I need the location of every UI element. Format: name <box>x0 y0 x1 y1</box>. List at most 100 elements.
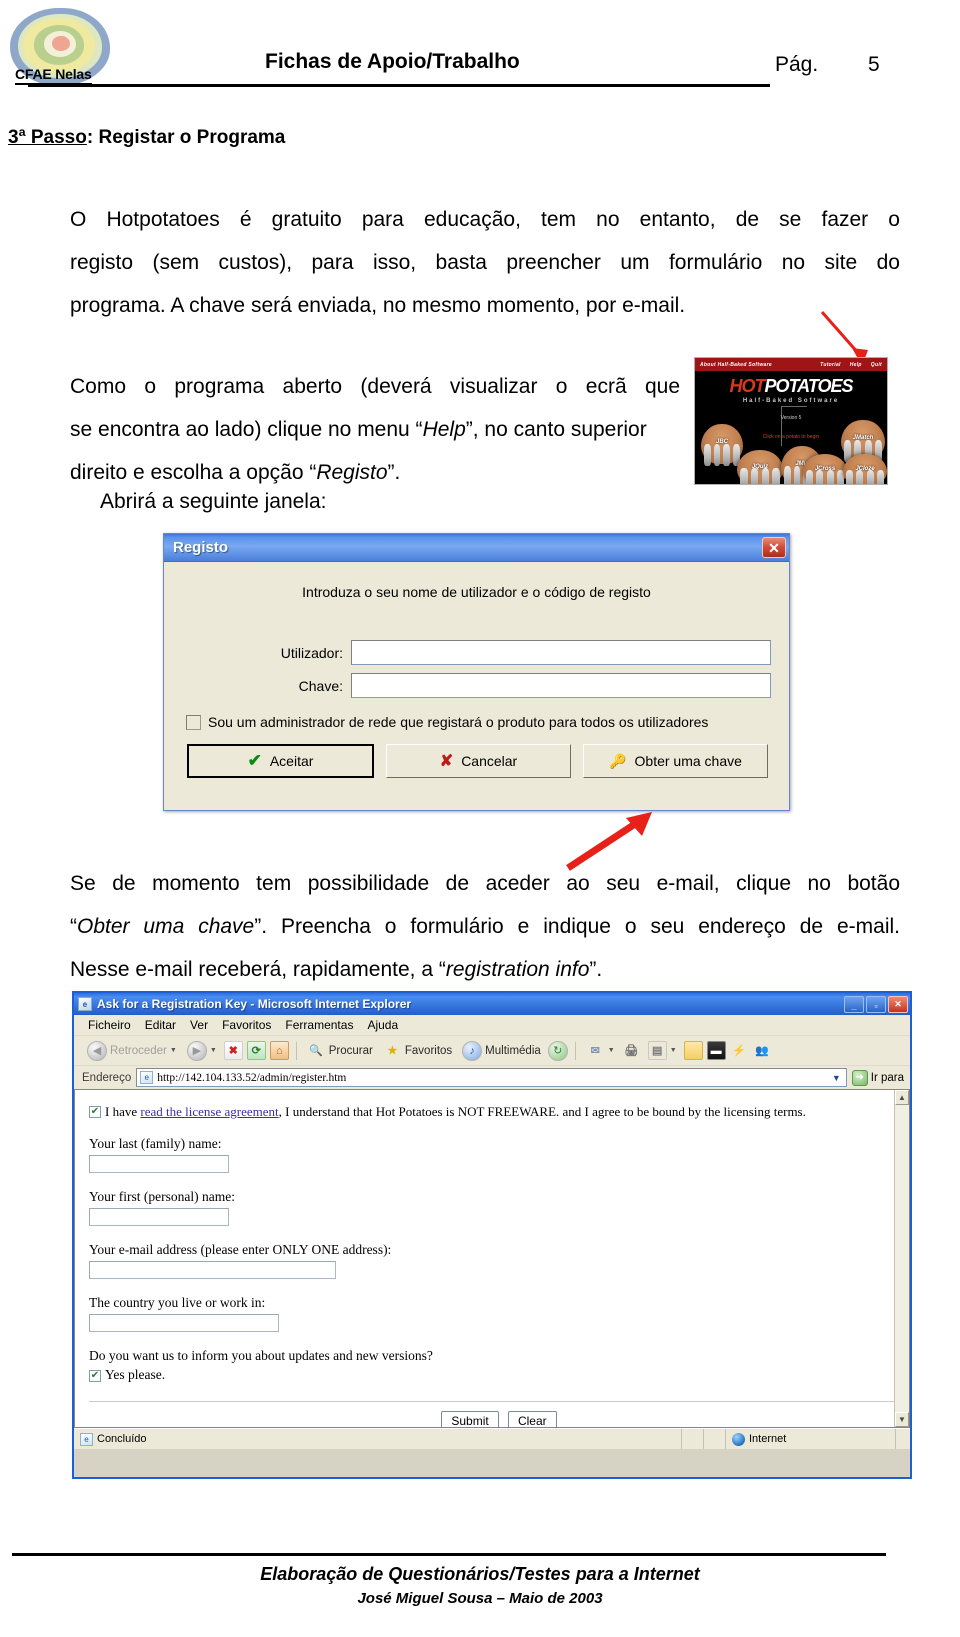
chevron-down-icon[interactable]: ▼ <box>832 1073 844 1083</box>
status-spacer-1 <box>682 1429 704 1449</box>
messenger-icon[interactable]: ⚡ <box>730 1041 749 1060</box>
submit-button[interactable]: Submit <box>441 1411 499 1427</box>
stop-icon[interactable]: ✖ <box>223 1041 243 1060</box>
toolbar-back-button[interactable]: ◀ Retroceder ▼ <box>84 1040 180 1061</box>
text-fragment: ”. Preencha o formulário e indique o seu… <box>254 915 900 938</box>
toolbar-favorites-button[interactable]: ★ Favoritos <box>380 1041 455 1060</box>
key-icon: 🔑 <box>609 752 627 769</box>
toolbar-edit-button[interactable]: ▤ ▼ <box>645 1041 680 1060</box>
menu-ficheiro[interactable]: Ficheiro <box>88 1018 131 1032</box>
updates-option-label: Yes please. <box>105 1367 166 1382</box>
license-agreement-link[interactable]: read the license agreement <box>140 1104 278 1119</box>
ie-title-bar: e Ask for a Registration Key - Microsoft… <box>74 993 910 1015</box>
menu-ferramentas[interactable]: Ferramentas <box>285 1018 353 1032</box>
splash-menu-help: Help <box>849 361 862 368</box>
vertical-scrollbar[interactable]: ▲ ▼ <box>894 1090 909 1427</box>
toolbar-search-button[interactable]: 🔍 Procurar <box>304 1041 376 1060</box>
paragraph-intro: O Hotpotatoes é gratuito para educação, … <box>8 198 900 327</box>
ie-toolbar: ◀ Retroceder ▼ ▶ ▼ ✖ ⟳ ⌂ 🔍 Procurar ★ Fa… <box>74 1036 910 1066</box>
page-icon: e <box>140 1071 154 1084</box>
dialog-title-text: Registo <box>173 539 229 556</box>
utilizador-label: Utilizador: <box>280 644 343 661</box>
utilizador-input[interactable] <box>351 640 771 665</box>
scroll-up-icon[interactable]: ▲ <box>895 1090 909 1105</box>
maximize-icon[interactable]: ▫ <box>866 995 886 1013</box>
splash-menu-about: About Half-Baked Software <box>700 361 772 368</box>
minimize-icon[interactable]: _ <box>844 995 864 1013</box>
admin-checkbox-label: Sou um administrador de rede que regista… <box>208 714 709 730</box>
email-input[interactable] <box>89 1261 336 1279</box>
toolbar-media-button[interactable]: ♪ Multimédia <box>459 1040 544 1061</box>
print-icon[interactable]: 🖨 <box>622 1041 641 1060</box>
status-spacer-2 <box>704 1429 726 1449</box>
footer-divider <box>12 1553 886 1556</box>
status-text: Concluído <box>97 1433 147 1445</box>
chevron-down-icon[interactable]: ▼ <box>608 1047 615 1054</box>
updates-option-row[interactable]: ✔ Yes please. <box>89 1367 909 1383</box>
text-fragment: se encontra ao lado) clique no menu “ <box>70 418 423 441</box>
clear-button[interactable]: Clear <box>507 1411 557 1427</box>
registration-form: ✔ I have read the license agreement, I u… <box>75 1090 909 1427</box>
chevron-down-icon[interactable]: ▼ <box>670 1047 677 1054</box>
license-suffix: , I understand that Hot Potatoes is NOT … <box>278 1104 806 1119</box>
refresh-icon[interactable]: ⟳ <box>246 1041 266 1060</box>
toolbar-separator <box>295 1041 297 1060</box>
home-icon[interactable]: ⌂ <box>269 1041 289 1060</box>
close-icon[interactable]: ✕ <box>888 995 908 1013</box>
paragraph-line: Como o programa aberto (deverá visualiza… <box>70 375 680 398</box>
scroll-down-icon[interactable]: ▼ <box>895 1412 909 1427</box>
chave-input[interactable] <box>351 673 771 698</box>
field-last-name: Your last (family) name: <box>89 1136 909 1173</box>
cancelar-button[interactable]: ✘ Cancelar <box>386 744 571 778</box>
updates-checkbox[interactable]: ✔ <box>89 1370 101 1382</box>
registo-dialog: Registo ✕ Introduza o seu nome de utiliz… <box>163 533 790 811</box>
menu-ver[interactable]: Ver <box>190 1018 208 1032</box>
toolbar-media-label: Multimédia <box>485 1044 541 1057</box>
ie-menu-bar: Ficheiro Editar Ver Favoritos Ferramenta… <box>74 1015 910 1036</box>
folder-icon[interactable] <box>683 1041 703 1060</box>
close-icon[interactable]: ✕ <box>762 537 786 558</box>
text-fragment: ”. <box>589 958 603 981</box>
country-input[interactable] <box>89 1314 279 1332</box>
menu-editar[interactable]: Editar <box>145 1018 176 1032</box>
go-arrow-icon: ➜ <box>851 1069 868 1086</box>
splash-potato-jbc: JBC <box>701 424 743 466</box>
field-email: Your e-mail address (please enter ONLY O… <box>89 1242 909 1279</box>
people-icon[interactable]: 👥 <box>753 1041 772 1060</box>
text-fragment: “ <box>70 915 77 938</box>
splash-logo-hot: HOT <box>729 376 765 396</box>
updates-group: Do you want us to inform you about updat… <box>89 1348 909 1383</box>
text-fragment: ”. <box>387 461 401 484</box>
address-input[interactable]: e http://142.104.133.52/admin/register.h… <box>136 1068 847 1087</box>
ie-title-text: Ask for a Registration Key - Microsoft I… <box>97 997 412 1011</box>
toolbar-mail-button[interactable]: ✉ ▼ <box>583 1041 618 1060</box>
chevron-down-icon[interactable]: ▼ <box>170 1047 177 1054</box>
admin-checkbox[interactable] <box>186 714 201 730</box>
chave-label: Chave: <box>298 677 343 694</box>
go-button[interactable]: ➜ Ir para <box>851 1069 908 1086</box>
ie-status-bar: e Concluído Internet <box>74 1428 910 1449</box>
aceitar-button[interactable]: ✔ Aceitar <box>187 744 374 778</box>
first-name-input[interactable] <box>89 1208 229 1226</box>
check-icon: ✔ <box>247 751 262 770</box>
menu-favoritos[interactable]: Favoritos <box>222 1018 271 1032</box>
admin-checkbox-row[interactable]: Sou um administrador de rede que regista… <box>186 714 708 730</box>
status-text-cell: e Concluído <box>74 1429 682 1449</box>
license-text: I have read the license agreement, I und… <box>105 1104 806 1120</box>
globe-icon <box>732 1432 745 1446</box>
step-separator: : <box>86 127 94 148</box>
hand-fingers <box>843 470 887 484</box>
obter-chave-button[interactable]: 🔑 Obter uma chave <box>583 744 768 778</box>
fullscreen-icon[interactable]: ▬ <box>706 1041 726 1060</box>
form-divider <box>89 1401 895 1402</box>
logo-label: CFAE Nelas <box>15 66 92 85</box>
license-checkbox[interactable]: ✔ <box>89 1106 101 1118</box>
header-title: Fichas de Apoio/Trabalho <box>265 50 520 73</box>
status-zone-text: Internet <box>749 1433 787 1445</box>
last-name-input[interactable] <box>89 1155 229 1173</box>
mail-icon: ✉ <box>590 1045 600 1057</box>
toolbar-forward-button[interactable]: ▶ ▼ <box>184 1040 220 1061</box>
chevron-down-icon[interactable]: ▼ <box>210 1047 217 1054</box>
history-icon[interactable]: ↻ <box>547 1040 568 1061</box>
menu-ajuda[interactable]: Ajuda <box>367 1018 398 1032</box>
